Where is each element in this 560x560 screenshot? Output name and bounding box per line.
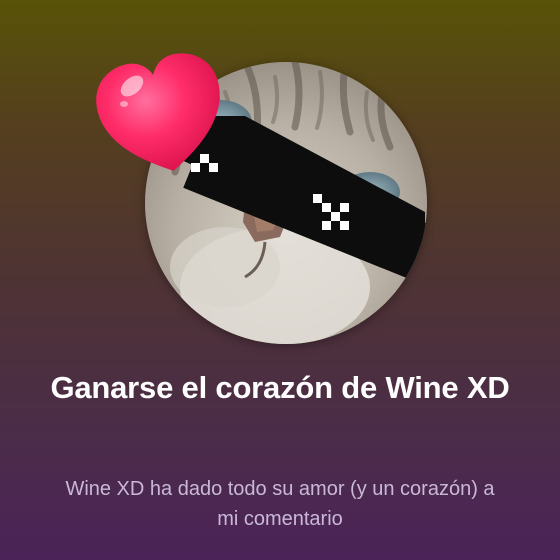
heart-icon xyxy=(96,53,220,171)
achievement-title: Ganarse el corazón de Wine XD xyxy=(50,370,510,405)
achievement-description: Wine XD ha dado todo su amor (y un coraz… xyxy=(65,478,495,530)
